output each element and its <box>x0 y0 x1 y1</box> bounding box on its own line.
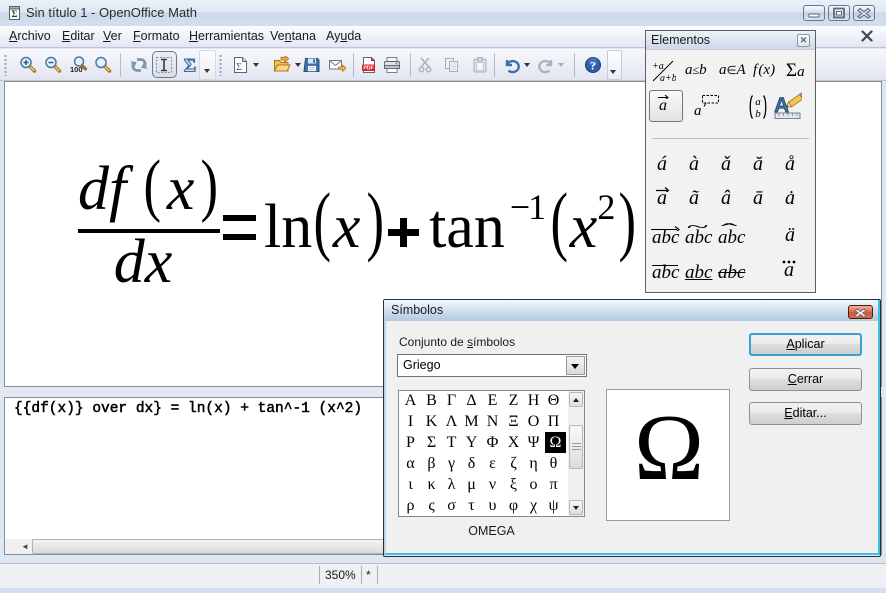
svg-text:a+b: a+b <box>660 73 676 83</box>
svg-text:Σ: Σ <box>236 62 242 73</box>
svg-text:a: a <box>755 96 761 108</box>
svg-text:PDF: PDF <box>363 66 373 72</box>
svg-text:Σ: Σ <box>12 9 18 19</box>
svg-text:+a: +a <box>652 61 664 72</box>
svg-text:?: ? <box>590 59 596 73</box>
svg-text:Σ: Σ <box>184 56 196 74</box>
svg-text:100: 100 <box>70 65 83 74</box>
svg-text:b: b <box>755 108 761 120</box>
